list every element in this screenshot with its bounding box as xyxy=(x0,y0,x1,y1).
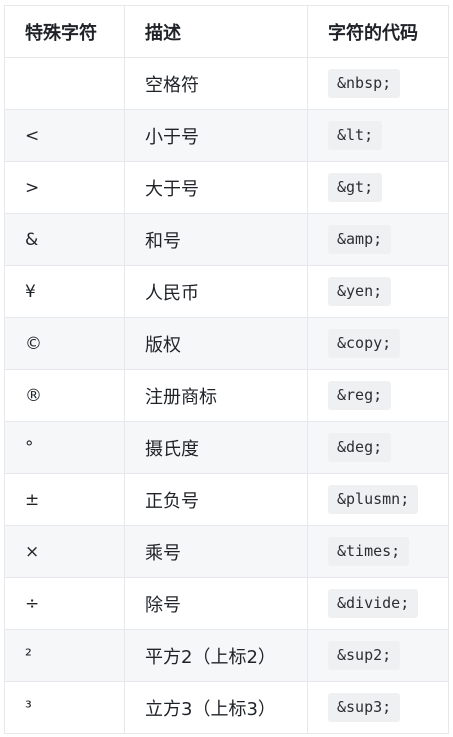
cell-description: 空格符 xyxy=(124,57,308,110)
cell-char-code: &lt; xyxy=(307,109,449,162)
code-snippet: &plusmn; xyxy=(328,485,419,514)
code-snippet: &times; xyxy=(328,537,410,566)
cell-char-code: &copy; xyxy=(307,317,449,370)
cell-description: 正负号 xyxy=(124,473,308,526)
cell-special-char: < xyxy=(4,109,125,162)
header-description: 描述 xyxy=(124,5,308,58)
cell-char-code: &gt; xyxy=(307,161,449,214)
cell-char-code: &yen; xyxy=(307,265,449,318)
cell-description: 除号 xyxy=(124,577,308,630)
cell-description: 大于号 xyxy=(124,161,308,214)
cell-description: 小于号 xyxy=(124,109,308,162)
cell-char-code: &amp; xyxy=(307,213,449,266)
header-special-char: 特殊字符 xyxy=(4,5,125,58)
cell-description: 版权 xyxy=(124,317,308,370)
cell-special-char: © xyxy=(4,317,125,370)
cell-special-char: × xyxy=(4,525,125,578)
cell-description: 人民币 xyxy=(124,265,308,318)
code-snippet: &deg; xyxy=(328,433,392,462)
code-snippet: &amp; xyxy=(328,225,392,254)
cell-description: 和号 xyxy=(124,213,308,266)
code-snippet: &lt; xyxy=(328,121,383,150)
table-row: > 大于号 &gt; xyxy=(4,161,449,214)
code-snippet: &sup3; xyxy=(328,693,401,722)
table-row: & 和号 &amp; xyxy=(4,213,449,266)
cell-special-char: ÷ xyxy=(4,577,125,630)
cell-description: 平方2（上标2） xyxy=(124,629,308,682)
cell-special-char: > xyxy=(4,161,125,214)
header-char-code: 字符的代码 xyxy=(307,5,449,58)
cell-char-code: &plusmn; xyxy=(307,473,449,526)
special-characters-table: 特殊字符 描述 字符的代码 空格符 &nbsp; < 小于号 &lt; > 大于号 &gt; &… xyxy=(4,5,449,734)
table-header-row: 特殊字符 描述 字符的代码 xyxy=(4,5,449,58)
code-snippet: &gt; xyxy=(328,173,383,202)
table-row: ® 注册商标 &reg; xyxy=(4,369,449,422)
table-row: © 版权 &copy; xyxy=(4,317,449,370)
cell-special-char: ± xyxy=(4,473,125,526)
cell-char-code: &divide; xyxy=(307,577,449,630)
cell-special-char xyxy=(4,57,125,110)
table-row: ÷ 除号 &divide; xyxy=(4,577,449,630)
table-row: ¥ 人民币 &yen; xyxy=(4,265,449,318)
cell-description: 乘号 xyxy=(124,525,308,578)
cell-special-char: & xyxy=(4,213,125,266)
cell-special-char: ¥ xyxy=(4,265,125,318)
table-body: 空格符 &nbsp; < 小于号 &lt; > 大于号 &gt; & 和号 &amp; ¥ 人民币 &ye… xyxy=(4,57,449,734)
table-row: ± 正负号 &plusmn; xyxy=(4,473,449,526)
code-snippet: &divide; xyxy=(328,589,419,618)
table-container: 特殊字符 描述 字符的代码 空格符 &nbsp; < 小于号 &lt; > 大于号 &gt; &… xyxy=(4,5,449,734)
cell-special-char: ° xyxy=(4,421,125,474)
cell-description: 立方3（上标3） xyxy=(124,681,308,734)
code-snippet: &yen; xyxy=(328,277,392,306)
table-row: 空格符 &nbsp; xyxy=(4,57,449,110)
table-row: < 小于号 &lt; xyxy=(4,109,449,162)
cell-char-code: &deg; xyxy=(307,421,449,474)
code-snippet: &reg; xyxy=(328,381,392,410)
cell-description: 注册商标 xyxy=(124,369,308,422)
cell-special-char: ® xyxy=(4,369,125,422)
cell-description: 摄氏度 xyxy=(124,421,308,474)
cell-special-char: ³ xyxy=(4,681,125,734)
table-row: ° 摄氏度 &deg; xyxy=(4,421,449,474)
cell-char-code: &sup2; xyxy=(307,629,449,682)
cell-char-code: &nbsp; xyxy=(307,57,449,110)
cell-char-code: &sup3; xyxy=(307,681,449,734)
table-row: × 乘号 &times; xyxy=(4,525,449,578)
table-row: ² 平方2（上标2） &sup2; xyxy=(4,629,449,682)
table-row: ³ 立方3（上标3） &sup3; xyxy=(4,681,449,734)
cell-char-code: &reg; xyxy=(307,369,449,422)
code-snippet: &sup2; xyxy=(328,641,401,670)
code-snippet: &nbsp; xyxy=(328,69,401,98)
code-snippet: &copy; xyxy=(328,329,401,358)
cell-special-char: ² xyxy=(4,629,125,682)
cell-char-code: &times; xyxy=(307,525,449,578)
